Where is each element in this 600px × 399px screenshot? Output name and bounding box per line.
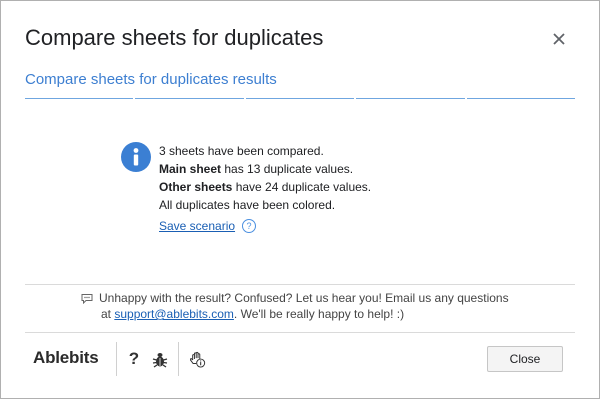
feedback-message: Unhappy with the result? Confused? Let u…: [81, 290, 509, 322]
info-icon: [121, 142, 151, 172]
main-sheet-count: has 13 duplicate values.: [221, 162, 354, 176]
result-line-other-sheets: Other sheets have 24 duplicate values.: [159, 178, 371, 196]
chat-icon: [81, 292, 93, 305]
close-icon[interactable]: [549, 29, 569, 49]
step-segment: [135, 98, 244, 99]
close-button[interactable]: Close: [487, 346, 563, 372]
save-scenario-row: Save scenario ?: [159, 219, 257, 233]
divider: [25, 332, 575, 333]
step-progress: [25, 98, 576, 100]
feedback-line-2: at support@ablebits.com. We'll be really…: [81, 306, 509, 322]
result-line-main-sheet: Main sheet has 13 duplicate values.: [159, 160, 371, 178]
feedback-text: Unhappy with the result? Confused? Let u…: [99, 291, 509, 305]
step-title: Compare sheets for duplicates results: [25, 71, 277, 88]
dialog-title: Compare sheets for duplicates: [25, 25, 324, 50]
feedback-suffix: . We'll be really happy to help! :): [233, 307, 405, 321]
result-line-colored: All duplicates have been colored.: [159, 198, 336, 212]
step-segment: [25, 98, 134, 99]
question-circle-icon[interactable]: ?: [242, 219, 257, 233]
feedback-prefix: at: [101, 307, 115, 321]
other-sheets-count: have 24 duplicate values.: [232, 180, 372, 194]
result-text: 3 sheets have been compared. Main sheet …: [159, 142, 371, 214]
bug-icon[interactable]: [152, 350, 168, 368]
divider: [25, 284, 575, 285]
result-line-sheets-compared: 3 sheets have been compared.: [159, 144, 324, 158]
step-segment: [356, 98, 465, 99]
step-segment: [245, 98, 355, 99]
separator: [178, 342, 179, 376]
hand-info-icon[interactable]: [190, 350, 206, 368]
separator: [116, 342, 117, 376]
other-sheets-label: Other sheets: [159, 180, 233, 194]
support-email-link[interactable]: support@ablebits.com: [114, 307, 234, 321]
dialog: Compare sheets for duplicates Compare sh…: [0, 0, 600, 399]
main-sheet-label: Main sheet: [159, 162, 222, 176]
feedback-line-1: Unhappy with the result? Confused? Let u…: [81, 290, 509, 306]
save-scenario-link[interactable]: Save scenario: [159, 219, 235, 233]
step-segment: [466, 98, 576, 99]
help-button[interactable]: ?: [126, 349, 142, 368]
ablebits-logo: Ablebits: [33, 348, 99, 367]
